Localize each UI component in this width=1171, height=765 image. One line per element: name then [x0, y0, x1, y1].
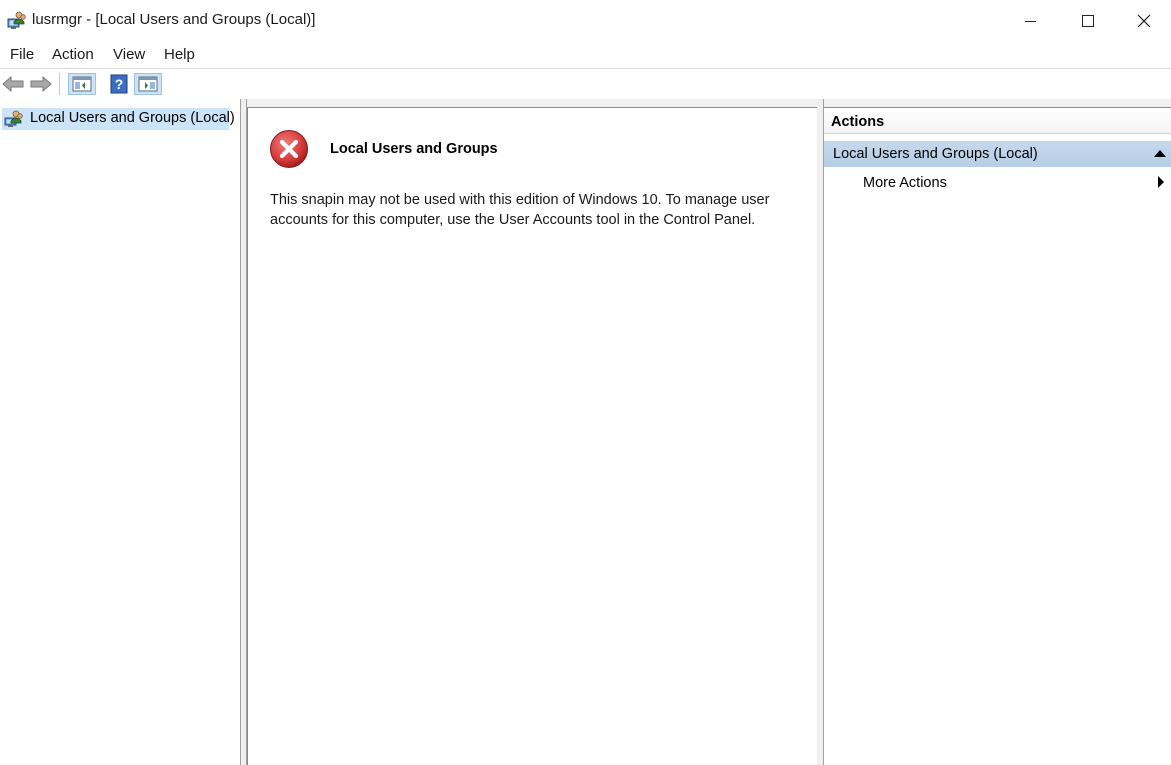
menu-view[interactable]: View	[113, 46, 145, 63]
show-hide-action-pane-icon	[138, 76, 158, 92]
menu-help[interactable]: Help	[164, 46, 195, 63]
toolbar: ?	[0, 68, 1171, 99]
tree-item-label: Local Users and Groups (Local)	[30, 110, 235, 126]
tree-item-local-users-and-groups[interactable]: Local Users and Groups (Local)	[2, 108, 235, 130]
minimize-button[interactable]	[1001, 0, 1059, 42]
users-computer-icon	[4, 110, 23, 127]
maximize-icon	[1082, 15, 1094, 27]
maximize-button[interactable]	[1059, 0, 1117, 42]
mmc-window: lusrmgr - [Local Users and Groups (Local…	[0, 0, 1171, 765]
actions-group-label: Local Users and Groups (Local)	[833, 146, 1038, 162]
result-message: This snapin may not be used with this ed…	[270, 192, 770, 228]
forward-arrow-icon	[30, 76, 52, 92]
more-actions-item[interactable]: More Actions	[824, 171, 1171, 197]
help-button[interactable]: ?	[107, 73, 131, 95]
console-tree-pane: Local Users and Groups (Local)	[0, 99, 240, 765]
actions-title: Actions	[831, 114, 885, 130]
show-hide-console-tree-icon	[72, 76, 92, 92]
pane-splitter-left[interactable]	[240, 99, 247, 765]
close-icon	[1137, 14, 1151, 28]
window-title: lusrmgr - [Local Users and Groups (Local…	[32, 11, 316, 28]
actions-pane: Actions Local Users and Groups (Local) M…	[824, 107, 1171, 765]
result-heading: Local Users and Groups	[330, 141, 498, 157]
users-computer-icon	[7, 11, 26, 29]
back-arrow-icon	[2, 76, 24, 92]
show-hide-console-tree-button[interactable]	[68, 73, 96, 95]
pane-splitter-right[interactable]	[817, 99, 824, 765]
back-button[interactable]	[1, 73, 25, 95]
collapse-arrow-icon	[1154, 150, 1166, 157]
forward-button[interactable]	[29, 73, 53, 95]
help-icon: ?	[110, 74, 128, 94]
show-hide-action-pane-button[interactable]	[134, 73, 162, 95]
toolbar-separator	[59, 73, 60, 95]
result-pane: Local Users and Groups This snapin may n…	[247, 107, 817, 765]
close-button[interactable]	[1117, 0, 1171, 42]
actions-header: Actions	[824, 108, 1171, 134]
error-icon	[270, 130, 308, 168]
more-actions-label: More Actions	[863, 175, 947, 191]
minimize-icon	[1024, 20, 1036, 22]
title-bar: lusrmgr - [Local Users and Groups (Local…	[0, 0, 1171, 42]
svg-text:?: ?	[115, 76, 124, 92]
menu-action[interactable]: Action	[52, 46, 94, 63]
menu-file[interactable]: File	[10, 46, 34, 63]
pane-area: Local Users and Groups (Local) Local Use…	[0, 99, 1171, 765]
actions-group-header[interactable]: Local Users and Groups (Local)	[824, 141, 1171, 167]
menu-bar: File Action View Help	[0, 42, 1171, 68]
submenu-arrow-icon	[1158, 176, 1164, 188]
